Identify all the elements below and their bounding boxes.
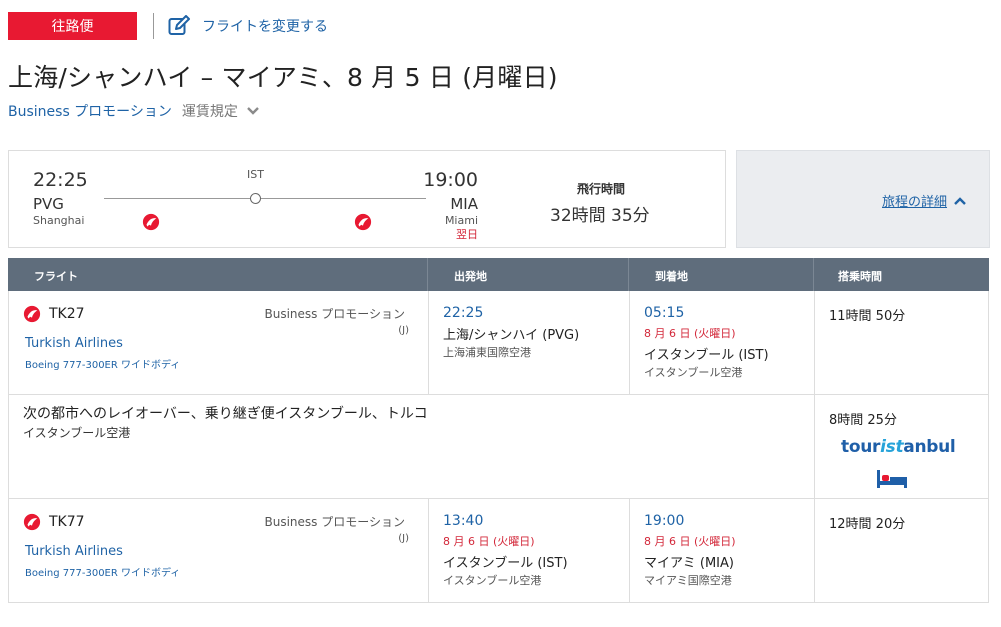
departure-city: イスタンブール (IST) [443, 556, 568, 571]
flight-number-text: TK27 [49, 306, 85, 322]
touristanbul-logo-part: anbul [903, 437, 956, 457]
segments-table-header: フライト 出発地 到着地 搭乗時間 [8, 258, 989, 291]
fare-class: Business プロモーション [8, 104, 172, 120]
summary-arr-code: MIA [450, 195, 478, 213]
flight-segment-row: TK27 Turkish Airlines Boeing 777-300ER ワ… [8, 291, 989, 395]
header-flight: フライト [34, 270, 78, 283]
duration-label: 飛行時間 [577, 182, 626, 196]
stop-code: IST [247, 168, 264, 181]
flight-segment-row: TK77 Turkish Airlines Boeing 777-300ER ワ… [8, 499, 989, 603]
departure-airport: イスタンブール空港 [443, 574, 542, 587]
itinerary-details-link[interactable]: 旅程の詳細 [882, 191, 967, 210]
column-separator [814, 291, 815, 394]
arrival-city: マイアミ (MIA) [644, 556, 734, 571]
column-separator [629, 291, 630, 394]
edit-icon [168, 15, 190, 35]
chevron-up-icon [954, 196, 966, 205]
flight-number: TK27 [23, 305, 85, 323]
bed-icon [877, 470, 907, 488]
duration-value: 32時間 35分 [550, 206, 650, 226]
top-separator [153, 13, 154, 39]
arrival-date: 8 月 6 日 (火曜日) [644, 327, 736, 340]
touristanbul-logo-part: ist [880, 437, 904, 457]
departure-time: 22:25 [443, 305, 484, 321]
column-separator [814, 395, 815, 498]
arrival-airport: マイアミ国際空港 [644, 574, 732, 587]
flight-number-text: TK77 [49, 514, 85, 530]
fare-rules-toggle[interactable]: 運賃規定 [182, 101, 260, 121]
booking-class: (J) [398, 325, 409, 336]
fare-line: Business プロモーション 運賃規定 [8, 101, 260, 121]
arrival-cell: 19:00 8 月 6 日 (火曜日) マイアミ (MIA) マイアミ国際空港 [644, 513, 736, 588]
arrival-city: イスタンブール (IST) [644, 348, 769, 363]
itinerary-details-label: 旅程の詳細 [882, 195, 948, 210]
airline-name[interactable]: Turkish Airlines [25, 336, 123, 351]
booking-class: (J) [398, 533, 409, 544]
layover-airport: イスタンブール空港 [23, 426, 131, 440]
flight-number: TK77 [23, 513, 85, 531]
departure-date: 8 月 6 日 (火曜日) [443, 535, 535, 548]
header-arrival: 到着地 [655, 270, 688, 283]
flight-duration: 11時間 50分 [829, 309, 906, 324]
outbound-badge: 往路便 [8, 12, 137, 40]
change-flight-label: フライトを変更する [202, 19, 328, 35]
departure-cell: 13:40 8 月 6 日 (火曜日) イスタンブール (IST) イスタンブー… [443, 513, 568, 588]
summary-dep-code: PVG [33, 195, 64, 213]
stop-dot [250, 193, 261, 204]
arrival-time: 19:00 [644, 513, 685, 529]
layover-duration: 8時間 25分 [829, 413, 897, 428]
arrival-time: 05:15 [644, 305, 685, 321]
turkish-airlines-logo-icon [23, 305, 41, 323]
summary-arr-time: 19:00 [423, 169, 478, 191]
route-track [104, 198, 426, 199]
arrival-airport: イスタンブール空港 [644, 366, 743, 379]
cabin-class: Business プロモーション [264, 307, 406, 321]
summary-dep-time: 22:25 [33, 169, 88, 191]
aircraft-type[interactable]: Boeing 777-300ER ワイドボディ [25, 356, 180, 371]
column-separator [629, 499, 630, 602]
turkish-airlines-logo-icon [23, 513, 41, 531]
header-separator [628, 258, 629, 291]
layover-row: 次の都市へのレイオーバー、乗り継ぎ便イスタンブール、トルコ イスタンブール空港 … [8, 395, 989, 499]
fare-rules-label: 運賃規定 [181, 104, 238, 120]
header-separator [427, 258, 428, 291]
arrival-cell: 05:15 8 月 6 日 (火曜日) イスタンブール (IST) イスタンブー… [644, 305, 769, 380]
itinerary-details-panel: 旅程の詳細 [736, 150, 990, 248]
touristanbul-logo[interactable]: touristanbul [841, 437, 956, 457]
turkish-airlines-logo-icon [142, 213, 160, 231]
airline-name[interactable]: Turkish Airlines [25, 544, 123, 559]
itinerary-summary: 22:25 PVG Shanghai IST 19:00 MIA Miami 翌… [8, 150, 726, 248]
flight-duration: 12時間 20分 [829, 517, 906, 532]
header-departure: 出発地 [454, 270, 487, 283]
column-separator [814, 499, 815, 602]
summary-dep-city: Shanghai [33, 214, 85, 227]
change-flight-link[interactable]: フライトを変更する [168, 15, 328, 37]
next-day-label: 翌日 [456, 228, 478, 241]
layover-description: 次の都市へのレイオーバー、乗り継ぎ便イスタンブール、トルコ [23, 406, 428, 422]
arrival-date: 8 月 6 日 (火曜日) [644, 535, 736, 548]
departure-airport: 上海浦東国際空港 [443, 346, 531, 359]
cabin-class: Business プロモーション [264, 515, 406, 529]
header-ground-time: 搭乗時間 [838, 270, 882, 283]
departure-time: 13:40 [443, 513, 484, 529]
header-separator [813, 258, 814, 291]
column-separator [428, 291, 429, 394]
turkish-airlines-logo-icon [354, 213, 372, 231]
aircraft-type[interactable]: Boeing 777-300ER ワイドボディ [25, 564, 180, 579]
touristanbul-logo-part: tour [841, 437, 881, 457]
top-bar: 往路便 フライトを変更する [8, 12, 328, 40]
chevron-down-icon [247, 107, 259, 115]
column-separator [428, 499, 429, 602]
route-title: 上海/シャンハイ – マイアミ、8 月 5 日 (月曜日) [8, 63, 558, 92]
departure-city: 上海/シャンハイ (PVG) [443, 328, 580, 343]
departure-cell: 22:25 上海/シャンハイ (PVG) 上海浦東国際空港 [443, 305, 579, 360]
